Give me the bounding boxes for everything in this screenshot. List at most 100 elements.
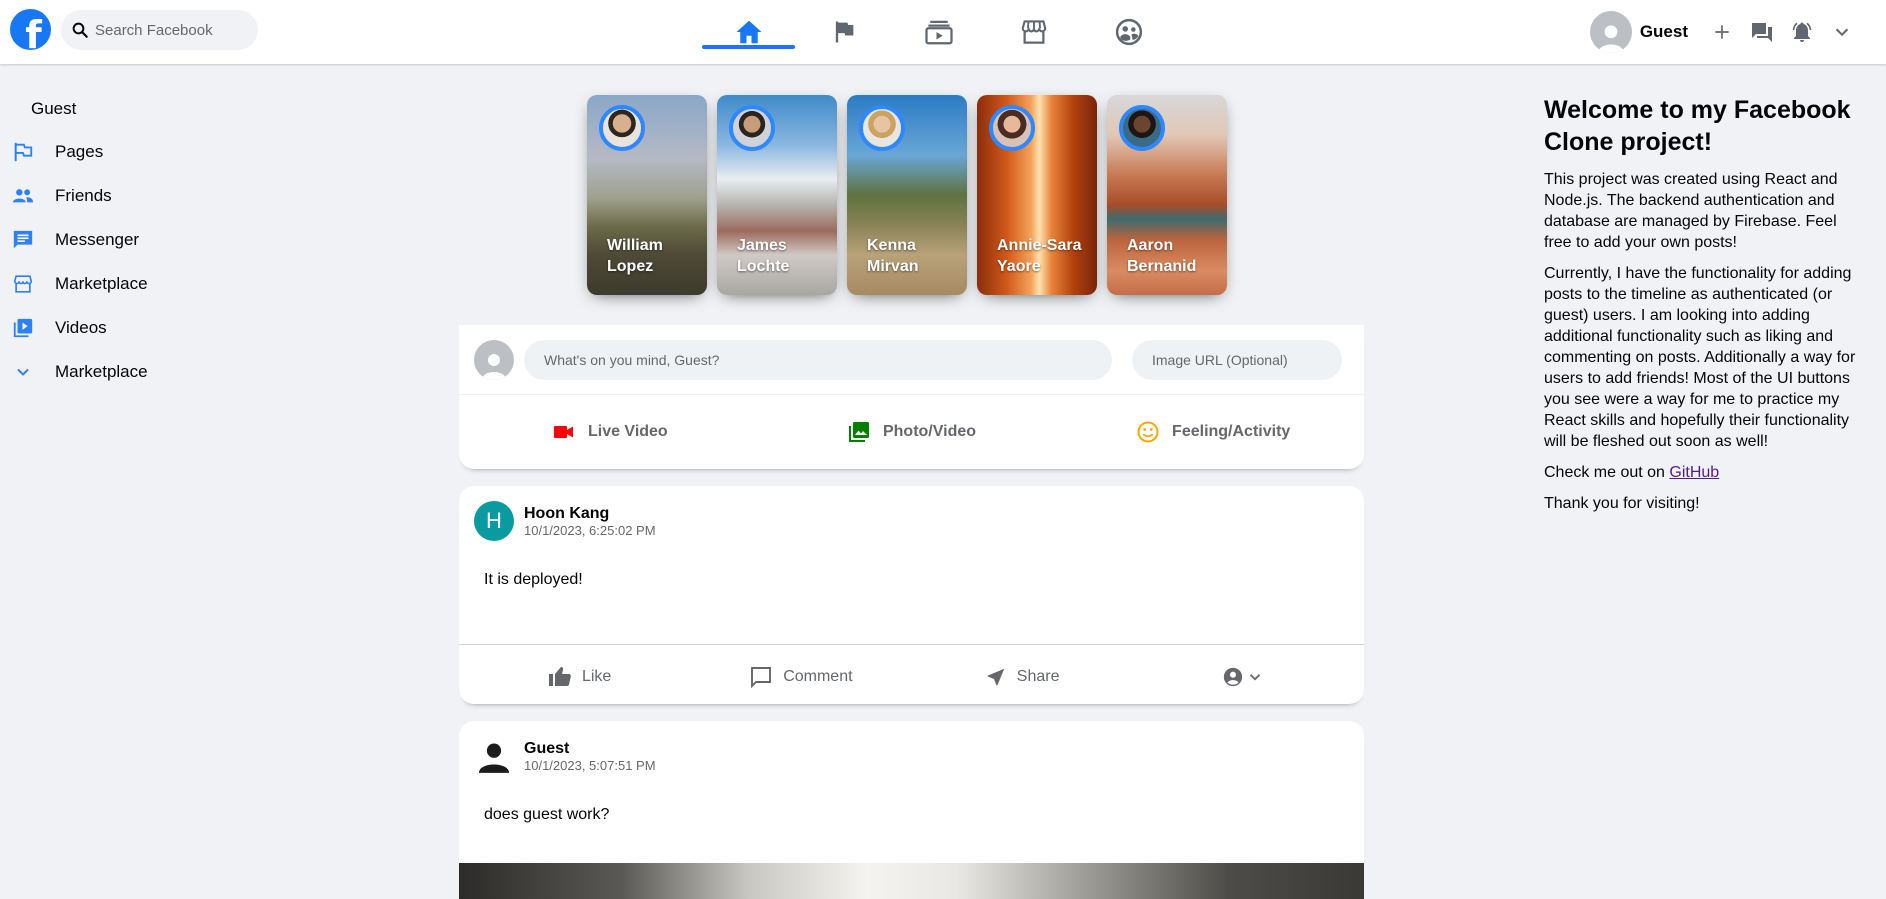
sidebar: Guest Pages Friends Messenger Marketplac… [0, 90, 250, 394]
notifications-active-icon [1792, 22, 1812, 42]
github-link[interactable]: GitHub [1669, 464, 1719, 481]
user-name: Guest [1639, 22, 1688, 41]
post-header: H Hoon Kang 10/1/2023, 6:25:02 PM [459, 486, 1364, 541]
live-video-button[interactable]: Live Video [459, 420, 761, 444]
story-avatar [989, 105, 1035, 151]
videocam-icon [553, 425, 573, 438]
sidebar-item-marketplace[interactable]: Marketplace [0, 262, 250, 306]
share-button[interactable]: Share [912, 666, 1133, 688]
sidebar-item-friends[interactable]: Friends [0, 174, 250, 218]
sidebar-item-videos[interactable]: Videos [0, 306, 250, 350]
widget-title: Welcome to my Facebook Clone project! [1544, 96, 1851, 156]
welcome-widget: Welcome to my Facebook Clone project! Th… [1544, 94, 1864, 524]
widget-paragraph: Check me out on GitHub [1544, 464, 1720, 481]
composer-avatar[interactable] [474, 339, 514, 380]
chat-bubble-outline-icon [751, 666, 772, 688]
nav-watch[interactable] [891, 0, 986, 64]
post-header: Guest 10/1/2023, 5:07:51 PM [459, 721, 1364, 776]
story-avatar [1119, 105, 1165, 151]
nav-groups[interactable] [1081, 0, 1176, 64]
option-label: Live Video [587, 422, 668, 440]
post-options-button[interactable] [1133, 666, 1354, 688]
widget-paragraph: Thank you for visiting! [1544, 495, 1700, 512]
story-name: William Lopez [607, 237, 663, 275]
photo-library-icon [848, 421, 869, 442]
nav-pages[interactable] [796, 0, 891, 64]
subscriptions-icon [924, 20, 953, 45]
person-icon [1598, 25, 1624, 53]
add-icon [1715, 25, 1729, 39]
near-me-icon [987, 668, 1005, 685]
expand-more-icon [1835, 28, 1849, 37]
notifications-button[interactable] [1782, 12, 1822, 52]
user-avatar[interactable] [1589, 11, 1632, 53]
header-user-area: Guest [1589, 8, 1862, 56]
story-avatar [859, 105, 905, 151]
sidebar-item-messenger[interactable]: Messenger [0, 218, 250, 262]
post-timestamp: 10/1/2023, 6:25:02 PM [524, 522, 656, 538]
sidebar-item-label: Marketplace [55, 274, 148, 293]
like-label: Like [581, 667, 612, 685]
post-composer: Live Video Photo/Video Feeling/Activity [459, 325, 1364, 469]
share-label: Share [1016, 667, 1060, 685]
photo-video-button[interactable]: Photo/Video [761, 420, 1063, 444]
comment-label: Comment [783, 667, 853, 685]
post-text: does guest work? [484, 806, 610, 823]
post-author[interactable]: Guest [524, 739, 656, 758]
sidebar-user[interactable]: Guest [31, 88, 250, 130]
flag-icon [835, 21, 853, 43]
account-circle-icon [1224, 667, 1243, 686]
story-name: Aaron Bernanid [1127, 237, 1197, 275]
mood-icon [1137, 421, 1159, 442]
post: Guest 10/1/2023, 5:07:51 PM does guest w… [459, 721, 1364, 899]
search-box[interactable] [61, 10, 258, 50]
widget-paragraph: This project was created using React and… [1544, 171, 1838, 251]
story-avatar [599, 105, 645, 151]
forum-icon [1752, 23, 1772, 42]
story-name: Annie-Sara Yaore [997, 237, 1082, 275]
story-avatar [729, 105, 775, 151]
story-card[interactable]: Annie-Sara Yaore [977, 95, 1097, 295]
person-icon [478, 743, 510, 773]
story-card[interactable]: William Lopez [587, 95, 707, 295]
comment-button[interactable]: Comment [690, 665, 911, 689]
author-avatar[interactable]: H [474, 501, 514, 541]
account-menu-button[interactable] [1822, 12, 1862, 52]
option-label: Photo/Video [882, 422, 977, 440]
sidebar-item-pages[interactable]: Pages [0, 130, 250, 174]
nav-marketplace[interactable] [986, 0, 1081, 64]
storefront-icon [13, 275, 33, 293]
feeling-activity-button[interactable]: Feeling/Activity [1062, 420, 1364, 444]
composer-options: Live Video Photo/Video Feeling/Activity [459, 395, 1364, 468]
video-library-icon [13, 318, 33, 338]
main-nav [701, 0, 1176, 64]
person-icon [482, 353, 506, 380]
create-button[interactable] [1702, 12, 1742, 52]
expand-more-icon [1250, 673, 1261, 681]
sidebar-item-label: Pages [55, 142, 104, 161]
sidebar-item-label: Messenger [55, 230, 140, 249]
search-input[interactable] [95, 21, 255, 39]
expand-more-icon [17, 368, 29, 376]
story-card[interactable]: James Lochte [717, 95, 837, 295]
like-button[interactable]: Like [469, 665, 690, 689]
post-text-input[interactable] [524, 339, 1112, 380]
facebook-logo[interactable]: f [10, 9, 51, 50]
story-card[interactable]: Kenna Mirvan [847, 95, 967, 295]
post-text: It is deployed! [484, 571, 583, 588]
author-avatar[interactable] [474, 736, 514, 776]
sidebar-item-label: Friends [55, 186, 112, 205]
image-url-input[interactable] [1132, 339, 1342, 380]
post-image[interactable] [459, 863, 1364, 899]
post: H Hoon Kang 10/1/2023, 6:25:02 PM It is … [459, 486, 1364, 704]
people-icon [12, 189, 34, 203]
search-icon [72, 22, 88, 38]
post-author[interactable]: Hoon Kang [524, 504, 656, 523]
widget-paragraph: Currently, I have the functionality for … [1544, 265, 1856, 450]
nav-home[interactable] [701, 0, 796, 64]
sidebar-item-more[interactable]: Marketplace [0, 350, 250, 394]
post-actions: Like Comment Share [459, 644, 1364, 704]
messenger-button[interactable] [1742, 12, 1782, 52]
option-label: Feeling/Activity [1172, 422, 1291, 440]
story-card[interactable]: Aaron Bernanid [1107, 95, 1227, 295]
